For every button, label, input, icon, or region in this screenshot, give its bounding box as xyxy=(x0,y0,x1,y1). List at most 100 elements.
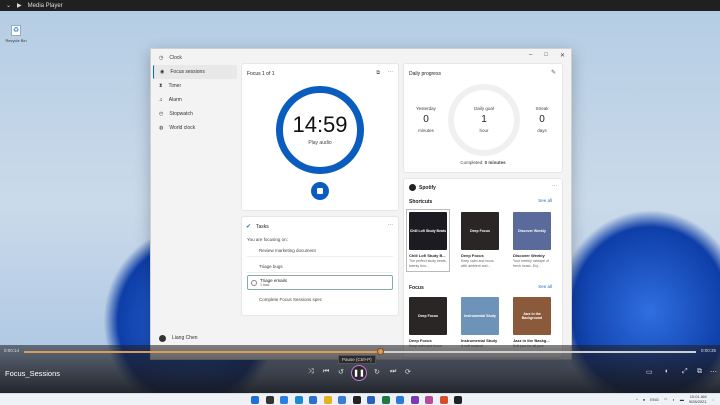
miniplayer-icon[interactable]: ▭ xyxy=(646,368,653,376)
user-profile[interactable]: Liang Chen xyxy=(153,331,198,345)
powerpoint-icon[interactable] xyxy=(425,396,433,404)
play-audio-link[interactable]: Play audio xyxy=(242,140,398,146)
focus-icon: ◉ xyxy=(160,69,165,75)
playlist-tile[interactable]: Instrumental StudyInstrumental StudyA so… xyxy=(461,297,499,349)
maximize-icon[interactable]: □ xyxy=(544,52,548,59)
skip-forward-30-icon[interactable]: ↻ xyxy=(374,368,380,376)
battery-icon[interactable]: ▬ xyxy=(680,397,684,402)
chevron-up-icon[interactable]: ^ xyxy=(636,397,638,402)
pause-tooltip: Pause (Ctrl+P) xyxy=(338,355,376,364)
recycle-bin-icon: ♻ xyxy=(11,25,21,36)
search-icon[interactable] xyxy=(265,396,274,404)
wifi-icon[interactable]: ◠ xyxy=(664,397,668,402)
playlist-desc: Keep calm and focus with ambient and... xyxy=(461,259,494,268)
hourglass-icon: ⧗ xyxy=(159,83,163,89)
teams-icon[interactable] xyxy=(367,396,375,404)
globe-icon: ◍ xyxy=(159,125,164,131)
streak-stat: Streak 0 days xyxy=(535,106,549,133)
daily-progress-card: Daily progress ✎ Yesterday 0 minutes Daily… xyxy=(403,63,563,173)
task-item-selected[interactable]: Triage emails 1 task xyxy=(247,275,393,290)
repeat-icon[interactable]: ⟳ xyxy=(405,368,411,376)
playlist-art: Deep Focus xyxy=(409,297,447,335)
terminal-icon[interactable] xyxy=(352,396,361,404)
media-player-icon[interactable] xyxy=(454,396,462,404)
playlist-name: Discover Weekly xyxy=(513,253,545,258)
focus-title: Focus 1 of 1 xyxy=(247,71,275,77)
shuffle-icon[interactable]: ⤨ xyxy=(308,368,314,376)
sidebar-item-timer[interactable]: ⧗ Timer xyxy=(153,79,237,93)
notification-icon[interactable]: ◌ xyxy=(712,397,714,402)
task-item[interactable]: Complete Focus Sessions spec xyxy=(247,293,393,306)
chevron-down-icon[interactable]: ⌄ xyxy=(6,2,11,9)
clock-window: – □ ✕ ◷ Clock ◉ Focus sessions ⧗ Timer ♫ Alarm… xyxy=(150,48,572,360)
fullscreen-icon[interactable]: ⤢ xyxy=(682,368,688,376)
system-tray: ^ ● ENG ◠ ◖ ▬ 10:01 AM 9/28/2021 ◌ xyxy=(636,394,714,404)
seek-handle[interactable] xyxy=(377,348,385,355)
playlist-name: Chill Lofi Study B... xyxy=(409,253,446,258)
sidebar-item-world-clock[interactable]: ◍ World clock xyxy=(153,121,237,135)
minimize-icon[interactable]: – xyxy=(529,52,532,59)
recycle-bin[interactable]: ♻ Recycle Bin xyxy=(4,25,28,43)
task-item[interactable]: Triage bugs xyxy=(247,260,393,273)
more-options-icon[interactable]: ⋯ xyxy=(710,368,717,376)
language-indicator[interactable]: ENG xyxy=(650,397,659,402)
cast-icon[interactable]: ⧉ xyxy=(697,368,702,376)
stopwatch-icon: ◴ xyxy=(159,111,164,117)
playlist-desc: The perfect study beats, twenty four... xyxy=(409,259,447,268)
playlist-art: Discover Weekly xyxy=(513,212,551,250)
more-icon[interactable]: ··· xyxy=(388,69,393,75)
outlook-icon[interactable] xyxy=(396,396,404,404)
sidebar-item-alarm[interactable]: ♫ Alarm xyxy=(153,93,237,107)
more-icon[interactable]: ··· xyxy=(388,222,393,228)
focus-card: Focus 1 of 1 ⧉ ··· 14:59 Play audio xyxy=(241,63,399,211)
playlist-tile[interactable]: Chill Lofi Study Beats Chill Lofi Study B… xyxy=(406,209,450,272)
remaining-time: 0:00:35 xyxy=(700,348,716,353)
office-icon[interactable] xyxy=(439,396,448,404)
next-icon[interactable]: ⏭ xyxy=(390,368,396,376)
todo-check-icon: ✔ xyxy=(246,224,252,230)
video-title: Focus_Sessions xyxy=(5,369,61,378)
edge-icon[interactable] xyxy=(294,396,303,404)
elapsed-time: 0:00:14 xyxy=(4,348,20,353)
feedback-icon[interactable] xyxy=(338,396,346,404)
spotify-card: Spotify ··· Shortcuts See all Chill Lofi… xyxy=(403,178,563,358)
start-icon[interactable] xyxy=(251,396,259,404)
playlist-tile[interactable]: Discover Weekly Discover Weekly Your weekl… xyxy=(513,212,551,269)
sidebar: ◷ Clock ◉ Focus sessions ⧗ Timer ♫ Alarm ◴ St… xyxy=(151,49,239,359)
see-all-shortcuts-link[interactable]: See all xyxy=(538,198,552,203)
previous-icon[interactable]: ⏮ xyxy=(323,368,329,376)
sidebar-item-stopwatch[interactable]: ◴ Stopwatch xyxy=(153,107,237,121)
playlist-tile[interactable]: Deep Focus Deep Focus Keep calm and focus … xyxy=(461,212,499,269)
task-view-icon[interactable] xyxy=(280,396,288,404)
volume-tray-icon[interactable]: ◖ xyxy=(672,397,674,402)
clock-tray[interactable]: 10:01 AM 9/28/2021 xyxy=(689,394,707,404)
playlist-name: Deep Focus xyxy=(409,338,432,343)
player-title-bar: ⌄ ▶ Media Player xyxy=(0,0,720,11)
file-explorer-icon[interactable] xyxy=(323,396,332,404)
stop-button[interactable] xyxy=(311,182,329,200)
pause-button[interactable]: ❚❚ xyxy=(351,365,367,381)
edit-icon[interactable]: ✎ xyxy=(551,69,556,76)
sidebar-item-focus-sessions[interactable]: ◉ Focus sessions xyxy=(153,65,237,79)
playlist-tile[interactable]: Jazz in the Background Jazz in the Backg.… xyxy=(513,297,551,349)
completed-text: Completed: 0 minutes xyxy=(460,160,506,165)
playlist-art: Instrumental Study xyxy=(461,297,499,335)
yesterday-stat: Yesterday 0 minutes xyxy=(416,106,436,133)
close-icon[interactable]: ✕ xyxy=(560,52,565,59)
playlist-name: Instrumental Study xyxy=(461,338,498,343)
timer-display: 14:59 xyxy=(292,112,348,137)
clock-icon: ◷ xyxy=(159,55,164,61)
more-icon[interactable]: ··· xyxy=(552,183,557,189)
compact-mode-icon[interactable]: ⧉ xyxy=(376,70,380,76)
playlist-tile[interactable]: Deep FocusDeep FocusKeep calm and focus xyxy=(409,297,447,349)
see-all-focus-link[interactable]: See all xyxy=(538,284,552,289)
seek-bar[interactable] xyxy=(24,348,696,355)
onenote-icon[interactable] xyxy=(410,396,419,404)
store-icon[interactable] xyxy=(309,396,317,404)
task-item[interactable]: Review marketing document xyxy=(247,244,393,257)
task-radio[interactable] xyxy=(251,280,257,286)
excel-icon[interactable] xyxy=(381,396,390,404)
skip-back-10-icon[interactable]: ↺ xyxy=(338,368,344,376)
mic-icon[interactable]: ● xyxy=(643,397,645,402)
volume-icon[interactable]: ◖ xyxy=(664,368,668,375)
